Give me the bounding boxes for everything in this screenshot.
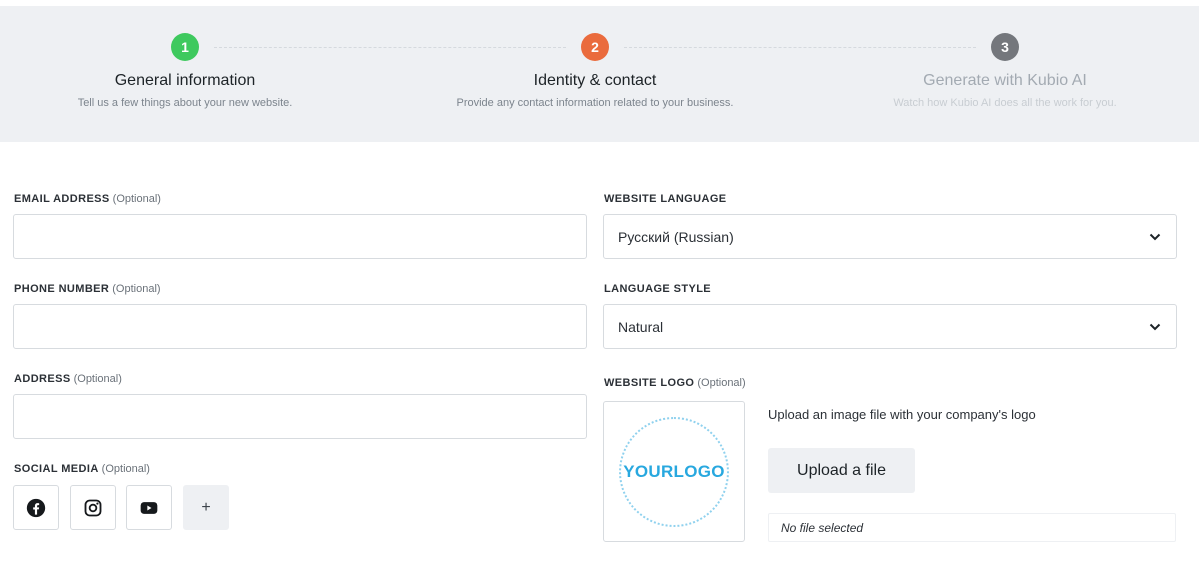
website-logo-label: WEBSITE LOGO (Optional) (604, 377, 746, 389)
facebook-button[interactable] (13, 485, 59, 530)
facebook-icon (26, 498, 46, 517)
chevron-down-icon (1148, 230, 1162, 244)
step-identity-contact[interactable]: 2 Identity & contact Provide any contact… (415, 33, 775, 109)
step-description: Tell us a few things about your new webs… (77, 97, 293, 109)
email-label: EMAIL ADDRESS (Optional) (14, 193, 161, 205)
step-title: General information (114, 72, 256, 89)
website-language-select[interactable]: Русский (Russian) (603, 214, 1177, 259)
youtube-icon (140, 501, 158, 514)
step-general-information[interactable]: 1 General information Tell us a few thin… (5, 33, 365, 109)
instagram-button[interactable] (70, 485, 116, 530)
optional-tag: (Optional) (112, 193, 161, 205)
file-status: No file selected (768, 513, 1176, 542)
step-number-badge: 1 (171, 33, 199, 61)
wizard-stepper: 1 General information Tell us a few thin… (0, 6, 1199, 142)
step-title: Generate with Kubio AI (923, 72, 1087, 89)
language-style-label: LANGUAGE STYLE (604, 283, 712, 295)
address-label: ADDRESS (Optional) (14, 373, 122, 385)
step-number-badge: 3 (991, 33, 1019, 61)
chevron-down-icon (1148, 320, 1162, 334)
optional-tag: (Optional) (101, 463, 150, 475)
address-field[interactable] (13, 394, 587, 439)
phone-field[interactable] (13, 304, 587, 349)
instagram-icon (84, 499, 102, 516)
optional-tag: (Optional) (112, 283, 161, 295)
step-description: Watch how Kubio AI does all the work for… (893, 97, 1117, 109)
placeholder-logo-text: YOURLOGO (623, 461, 725, 481)
step-generate-ai[interactable]: 3 Generate with Kubio AI Watch how Kubio… (825, 33, 1185, 109)
language-style-select[interactable]: Natural (603, 304, 1177, 349)
website-language-label: WEBSITE LANGUAGE (604, 193, 727, 205)
logo-placeholder: YOURLOGO (619, 416, 729, 527)
email-field[interactable] (13, 214, 587, 259)
youtube-button[interactable] (126, 485, 172, 530)
upload-hint: Upload an image file with your company's… (768, 407, 1036, 422)
social-media-label: SOCIAL MEDIA (Optional) (14, 463, 150, 475)
optional-tag: (Optional) (697, 377, 746, 389)
website-language-value: Русский (Russian) (618, 228, 734, 245)
add-social-button[interactable]: + (183, 485, 229, 530)
upload-file-button[interactable]: Upload a file (768, 448, 915, 493)
optional-tag: (Optional) (73, 373, 122, 385)
phone-label: PHONE NUMBER (Optional) (14, 283, 161, 295)
step-number-badge: 2 (581, 33, 609, 61)
logo-preview[interactable]: YOURLOGO (603, 401, 745, 542)
step-title: Identity & contact (533, 72, 657, 89)
language-style-value: Natural (618, 318, 664, 335)
step-description: Provide any contact information related … (456, 97, 734, 109)
